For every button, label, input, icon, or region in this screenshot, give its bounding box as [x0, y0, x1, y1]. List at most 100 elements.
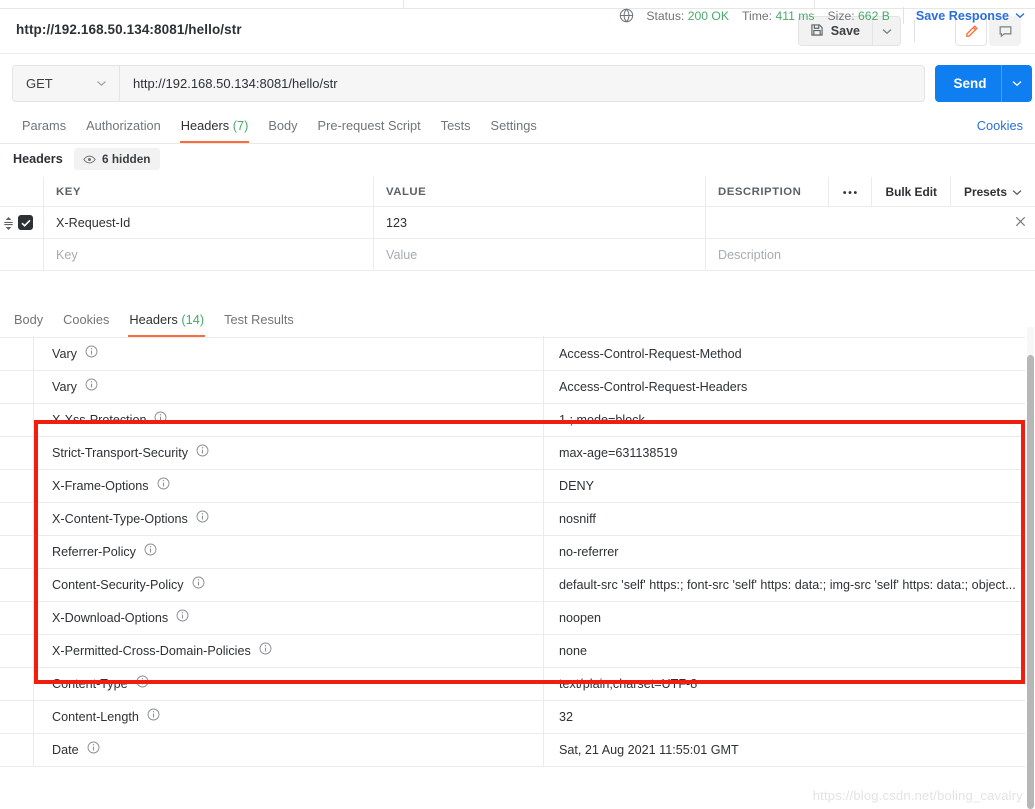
tab-pre-request-script[interactable]: Pre-request Script: [308, 111, 431, 142]
table-row-empty[interactable]: Key Value Description: [0, 239, 1035, 271]
more-actions-button[interactable]: [828, 177, 871, 207]
response-header-value-text: default-src 'self' https:; font-src 'sel…: [559, 578, 1016, 592]
bulk-edit-button[interactable]: Bulk Edit: [871, 177, 950, 207]
response-tabs: Body Cookies Headers (14) Test Results: [0, 305, 1035, 337]
tab-headers[interactable]: Headers (7): [171, 111, 259, 143]
url-input[interactable]: http://192.168.50.134:8081/hello/str: [120, 65, 925, 102]
new-header-value-cell[interactable]: Value: [374, 239, 706, 270]
info-icon[interactable]: [147, 708, 160, 726]
scrollbar-thumb[interactable]: [1027, 355, 1034, 809]
time-label: Time:: [742, 8, 773, 23]
presets-button[interactable]: Presets: [950, 177, 1035, 207]
new-header-key-cell[interactable]: Key: [44, 239, 374, 270]
info-icon[interactable]: [144, 543, 157, 561]
info-icon[interactable]: [259, 642, 272, 660]
tab-body[interactable]: Body: [258, 111, 307, 142]
header-value-text: 123: [386, 215, 408, 230]
page-title: http://192.168.50.134:8081/hello/str: [16, 22, 242, 37]
info-icon[interactable]: [196, 510, 209, 528]
active-tab-underline: [179, 141, 250, 143]
tab-label: Test Results: [224, 312, 294, 327]
response-header-value-text: noopen: [559, 611, 602, 625]
row-enabled-checkbox[interactable]: [18, 215, 33, 230]
tab-params[interactable]: Params: [12, 111, 76, 142]
response-header-row: X-Content-Type-Options nosniff: [0, 503, 1028, 536]
value-placeholder: Value: [386, 247, 418, 262]
tab-settings[interactable]: Settings: [481, 111, 547, 142]
response-header-value-cell: no-referrer: [544, 536, 1028, 568]
gutter-cell: [0, 503, 34, 535]
cookies-link[interactable]: Cookies: [977, 118, 1023, 133]
gutter-cell: [0, 701, 34, 733]
tab-tests[interactable]: Tests: [431, 111, 481, 142]
http-method-select[interactable]: GET: [12, 65, 120, 102]
presets-label: Presets: [964, 185, 1007, 199]
response-header-key-text: X-Frame-Options: [52, 479, 149, 493]
info-icon[interactable]: [85, 378, 98, 396]
header-key-cell[interactable]: X-Request-Id: [44, 207, 374, 238]
gutter-cell: [0, 635, 34, 667]
gutter-cell: [0, 338, 34, 370]
response-tab-headers[interactable]: Headers (14): [119, 305, 214, 337]
info-icon[interactable]: [192, 576, 205, 594]
info-icon[interactable]: [176, 609, 189, 627]
tab-label: Cookies: [63, 312, 110, 327]
tab-label: Body: [14, 312, 44, 327]
eye-icon: [83, 155, 96, 163]
column-label: VALUE: [386, 185, 427, 198]
info-icon[interactable]: [85, 345, 98, 363]
tab-authorization[interactable]: Authorization: [76, 111, 171, 142]
response-header-row: X-Xss-Protection 1 ; mode=block: [0, 404, 1028, 437]
response-tab-body[interactable]: Body: [4, 305, 53, 336]
send-button[interactable]: Send: [935, 65, 1032, 102]
response-header-value-text: none: [559, 644, 588, 658]
column-header-value: VALUE: [374, 177, 706, 206]
response-header-key-cell: X-Xss-Protection: [34, 404, 544, 436]
chevron-down-icon: [882, 28, 891, 34]
response-header-row: X-Frame-Options DENY: [0, 470, 1028, 503]
response-header-key-text: Vary: [52, 380, 77, 394]
column-header-key: KEY: [44, 177, 374, 206]
header-value-cell[interactable]: 123: [374, 207, 706, 238]
gutter-cell: [0, 437, 34, 469]
response-header-value-cell: default-src 'self' https:; font-src 'sel…: [544, 569, 1028, 601]
delete-row-button[interactable]: [1014, 215, 1027, 233]
save-response-button[interactable]: Save Response: [916, 9, 1025, 23]
drag-handle-icon[interactable]: [3, 216, 14, 236]
response-header-key-cell: X-Permitted-Cross-Domain-Policies: [34, 635, 544, 667]
response-tab-cookies[interactable]: Cookies: [53, 305, 119, 336]
description-placeholder: Description: [718, 247, 781, 262]
response-header-key-text: Referrer-Policy: [52, 545, 136, 559]
table-row[interactable]: X-Request-Id 123: [0, 207, 1035, 239]
header-description-cell[interactable]: [706, 207, 1035, 238]
info-icon[interactable]: [87, 741, 100, 759]
response-header-key-cell: Vary: [34, 338, 544, 370]
response-headers-scroll-area[interactable]: VaryOriginVaryAccess-Control-Request-Met…: [0, 327, 1035, 809]
postman-window: http://192.168.50.134:8081/hello/str Sav…: [0, 0, 1035, 809]
response-header-value-cell: DENY: [544, 470, 1028, 502]
response-scrollbar[interactable]: [1025, 327, 1035, 809]
response-header-value-text: 1 ; mode=block: [559, 413, 645, 427]
info-icon[interactable]: [136, 675, 149, 693]
response-header-key-text: Strict-Transport-Security: [52, 446, 188, 460]
info-icon[interactable]: [154, 411, 167, 429]
response-tab-test-results[interactable]: Test Results: [214, 305, 304, 336]
tab-label: Headers: [129, 312, 178, 327]
save-button-label: Save: [830, 24, 860, 38]
send-options-dropdown[interactable]: [1002, 80, 1032, 87]
info-icon[interactable]: [157, 477, 170, 495]
response-header-value-text: no-referrer: [559, 545, 619, 559]
hidden-headers-label: 6 hidden: [102, 152, 151, 166]
hidden-headers-badge[interactable]: 6 hidden: [74, 148, 160, 170]
column-label: DESCRIPTION: [718, 185, 802, 198]
response-header-key-cell: Vary: [34, 371, 544, 403]
tab-label: Tests: [440, 118, 471, 133]
response-header-key-text: Content-Type: [52, 677, 128, 691]
response-header-key-cell: Date: [34, 734, 544, 766]
new-header-description-cell[interactable]: Description: [706, 239, 1035, 270]
table-header-row: KEY VALUE DESCRIPTION Bulk Edit Presets: [0, 177, 1035, 207]
bulk-edit-label: Bulk Edit: [885, 185, 938, 199]
tab-label: Headers: [180, 118, 230, 133]
response-header-row: Vary Access-Control-Request-Method: [0, 338, 1028, 371]
info-icon[interactable]: [196, 444, 209, 462]
